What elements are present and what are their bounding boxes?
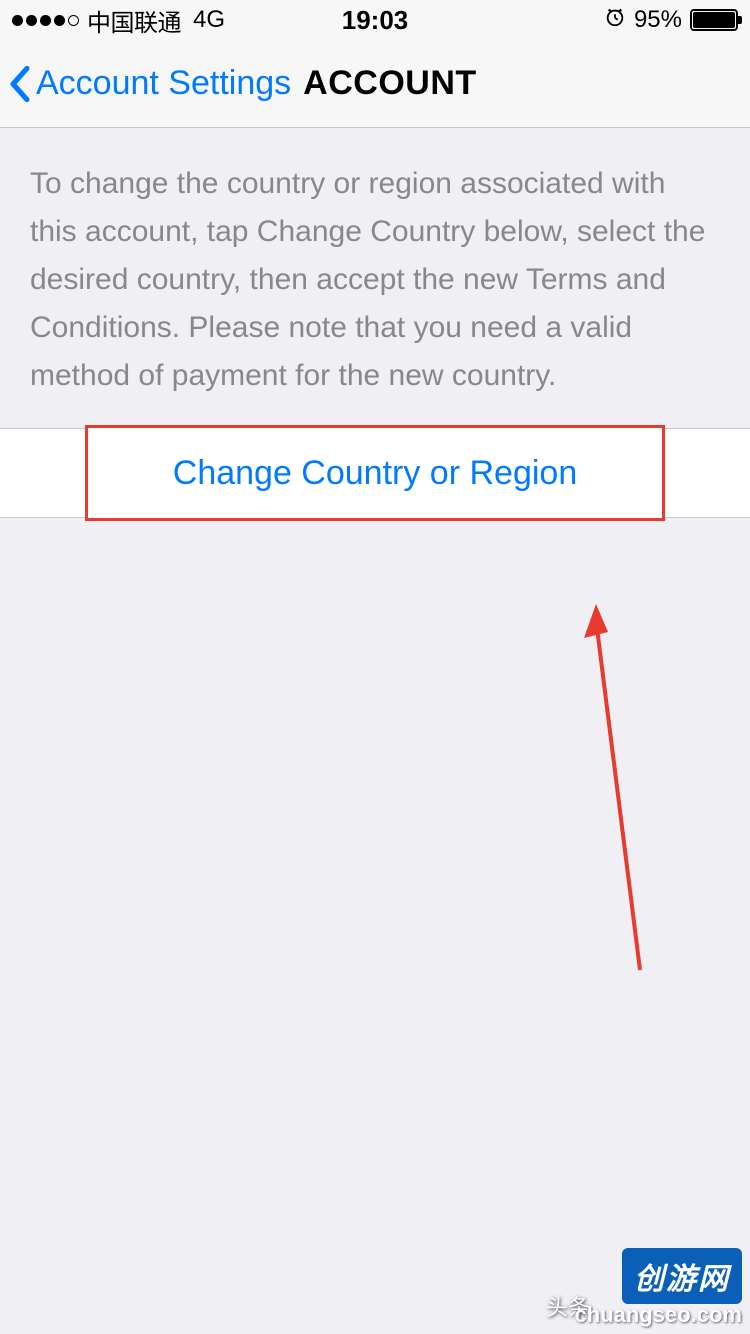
chevron-left-icon [8, 62, 32, 106]
status-left: 中国联通 4G [12, 3, 225, 38]
watermark-badge: 创游网 [622, 1248, 742, 1304]
signal-strength-icon [12, 15, 79, 26]
carrier-label: 中国联通 [87, 3, 181, 38]
annotation-arrow-icon [580, 600, 700, 980]
status-right: 95% [604, 6, 738, 34]
button-row: Change Country or Region [0, 428, 750, 518]
alarm-icon [604, 6, 626, 34]
battery-icon [690, 9, 738, 31]
change-country-button[interactable]: Change Country or Region [85, 425, 665, 521]
nav-bar: Account Settings ACCOUNT [0, 40, 750, 128]
watermark: 创游网 chuangseo.com [575, 1248, 742, 1328]
clock: 19:03 [342, 5, 409, 36]
network-label: 4G [193, 6, 225, 34]
page-title: ACCOUNT [303, 64, 476, 103]
status-bar: 中国联通 4G 19:03 95% [0, 0, 750, 40]
back-label: Account Settings [36, 64, 291, 103]
battery-percent: 95% [634, 6, 682, 34]
description-text: To change the country or region associat… [0, 128, 750, 428]
back-button[interactable]: Account Settings [8, 62, 291, 106]
watermark-url: chuangseo.com [575, 1302, 742, 1328]
